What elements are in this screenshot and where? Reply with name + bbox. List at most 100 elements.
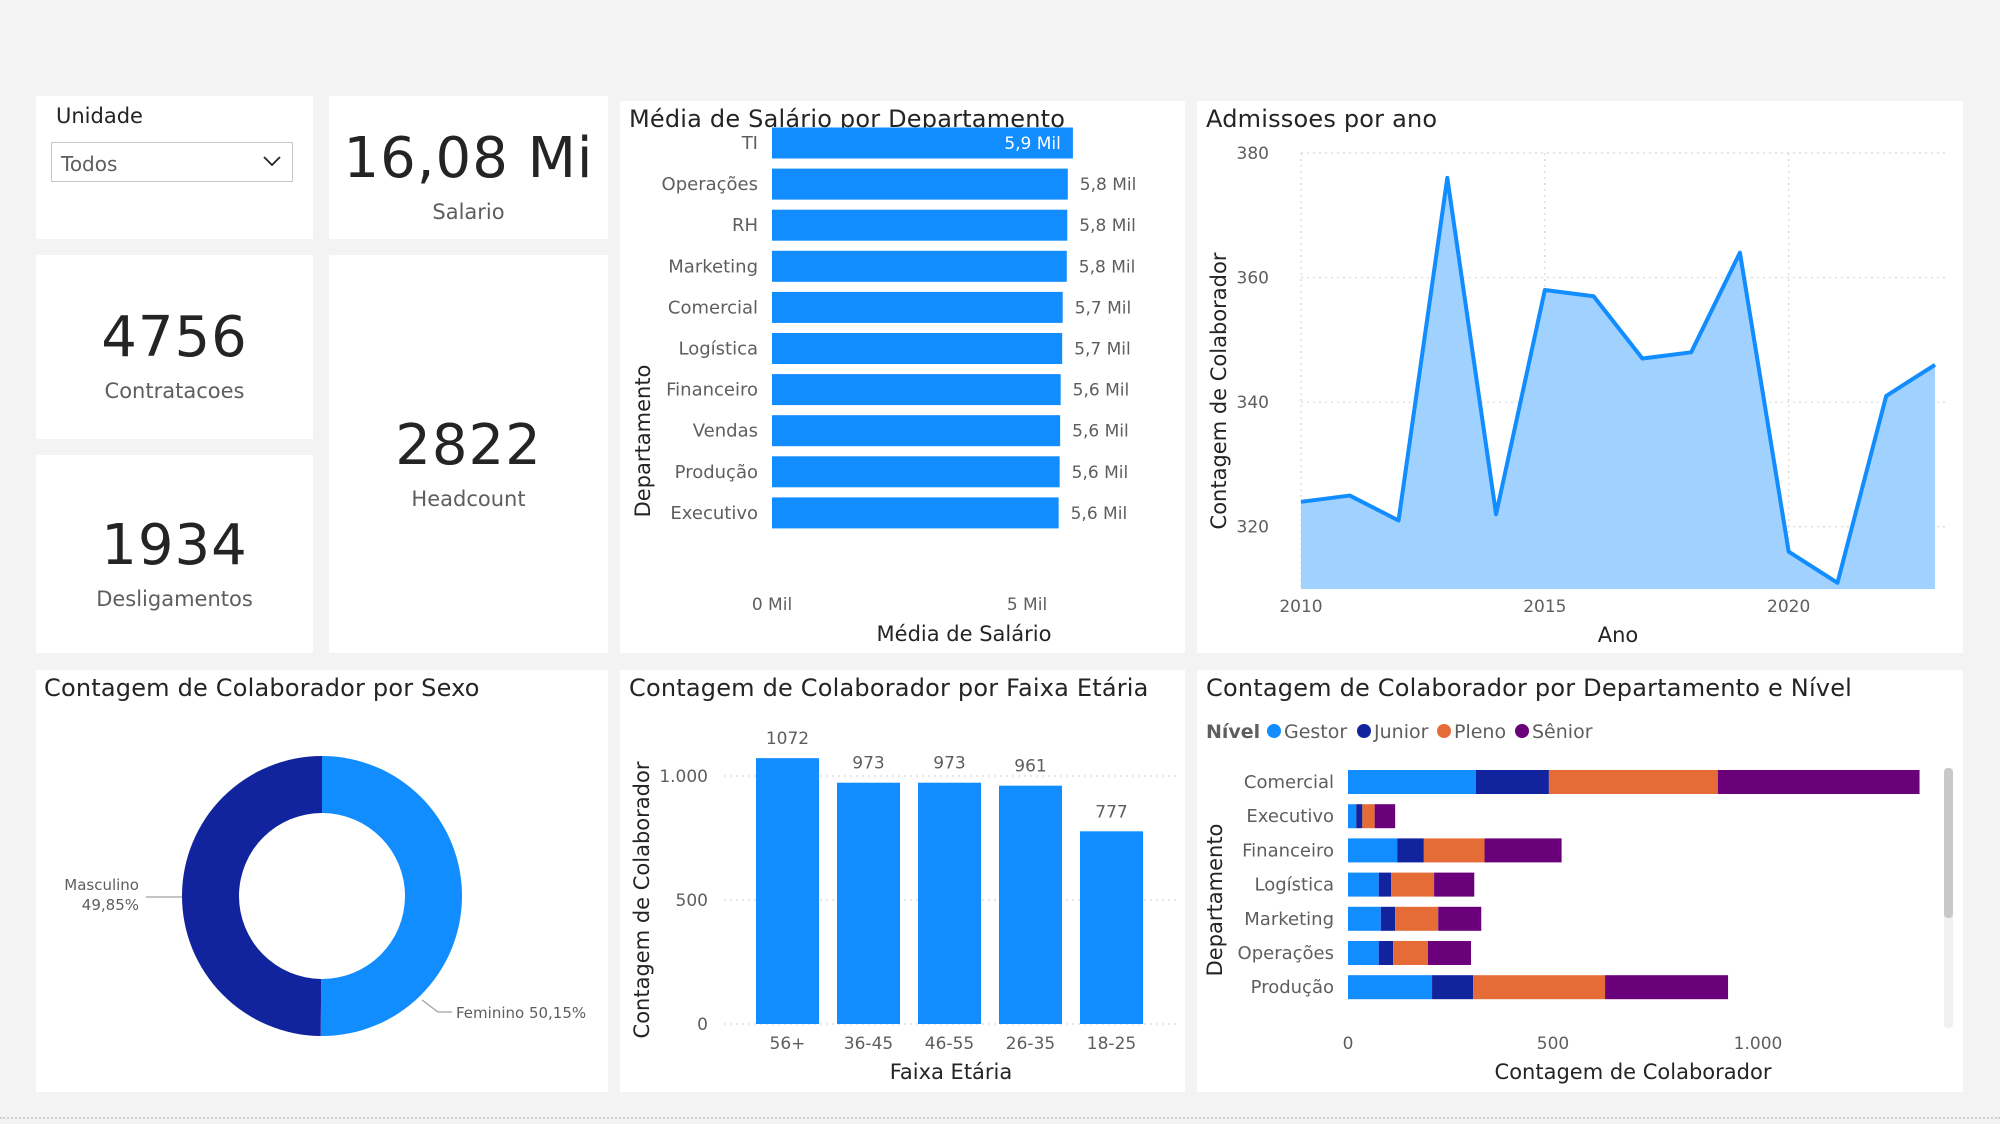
- bar-segment: [1348, 838, 1398, 863]
- salario-departamento-chart-card: Média de Salário por Departamento TI 5,9 …: [620, 101, 1185, 653]
- bar: [772, 374, 1061, 406]
- y-tick-label: Logística: [1254, 875, 1334, 896]
- x-axis-title: Faixa Etária: [890, 1060, 1013, 1084]
- y-tick-label: Operações: [1238, 943, 1334, 964]
- salario-departamento-chart: TI 5,9 Mil Operações 5,8 Mil RH 5,8 Mil Market…: [631, 127, 1137, 646]
- bar-segment: [1380, 906, 1396, 931]
- bar-segment: [1548, 770, 1718, 794]
- kpi-contratacoes-label: Contratacoes: [104, 379, 245, 403]
- scrollbar-thumb[interactable]: [1944, 768, 1953, 918]
- y-tick-label: 1.000: [659, 767, 708, 787]
- y-tick-label: Comercial: [1244, 772, 1334, 793]
- legend-marker: [1515, 724, 1529, 738]
- departamento-nivel-chart-card: Contagem de Colaborador por Departamento…: [1197, 670, 1963, 1092]
- departamento-nivel-chart: Nível Gestor Junior Pleno Sênior Comercial Exe…: [1203, 721, 1953, 1084]
- legend-title: Nível: [1206, 721, 1260, 743]
- data-label: 5,8 Mil: [1080, 175, 1137, 195]
- data-label: 5,7 Mil: [1074, 340, 1131, 360]
- bar-segment: [1717, 770, 1920, 794]
- y-tick-label: 500: [676, 891, 708, 911]
- chevron-down-icon: [263, 156, 281, 167]
- bar-segment: [1391, 872, 1435, 897]
- x-tick-label: 0 Mil: [752, 595, 792, 615]
- y-tick-label: 320: [1237, 518, 1269, 538]
- data-label: 777: [1095, 802, 1127, 822]
- y-axis-title: Contagem de Colaborador: [1207, 252, 1231, 529]
- bar: [772, 291, 1063, 323]
- y-axis-title: Contagem de Colaborador: [630, 761, 654, 1038]
- data-label: 961: [1014, 757, 1046, 777]
- data-label: 5,9 Mil: [1004, 134, 1061, 154]
- x-axis-title: Ano: [1598, 623, 1639, 647]
- y-tick-label: Financeiro: [666, 380, 758, 401]
- bar-segment: [1348, 975, 1433, 1000]
- data-label: 5,8 Mil: [1079, 216, 1136, 236]
- slicer-unidade: Unidade Todos: [36, 96, 313, 239]
- y-tick-label: 340: [1237, 393, 1269, 413]
- unidade-dropdown[interactable]: Todos: [51, 142, 293, 182]
- bar-segment: [1475, 770, 1549, 794]
- y-tick-label: Produção: [675, 462, 758, 483]
- legend-label: Gestor: [1284, 721, 1347, 743]
- slicer-title: Unidade: [56, 104, 143, 128]
- bar-segment: [1395, 906, 1439, 931]
- dropdown-value: Todos: [61, 152, 118, 176]
- y-axis-title: Departamento: [1203, 824, 1227, 977]
- sexo-chart-card: Contagem de Colaborador por Sexo Feminin…: [36, 670, 608, 1092]
- kpi-headcount-label: Headcount: [411, 487, 526, 511]
- bar-segment: [1374, 804, 1396, 829]
- y-axis-title: Departamento: [631, 365, 655, 518]
- bar: [1080, 831, 1143, 1024]
- admissoes-chart-card: Admissoes por ano 320 340 360 380 2010 2015 20…: [1197, 101, 1963, 653]
- bar: [756, 758, 819, 1024]
- legend-marker: [1267, 724, 1281, 738]
- x-tick-label: 2015: [1523, 597, 1566, 617]
- y-tick-label: Financeiro: [1242, 840, 1334, 861]
- y-tick-label: Executivo: [670, 503, 758, 524]
- y-tick-label: RH: [732, 215, 758, 236]
- bar-segment: [1397, 838, 1424, 863]
- y-tick-label: 380: [1237, 144, 1269, 164]
- x-tick-label: 26-35: [1006, 1034, 1055, 1054]
- bar-segment: [1378, 941, 1394, 965]
- y-tick-label: Logística: [678, 339, 758, 360]
- bar-segment: [1378, 872, 1392, 897]
- legend-label: Sênior: [1532, 721, 1593, 743]
- data-label: 5,6 Mil: [1073, 381, 1130, 401]
- bar-segment: [1605, 975, 1729, 1000]
- data-label: 5,6 Mil: [1072, 422, 1129, 442]
- slice-label: 49,85%: [82, 896, 139, 914]
- faixa-etaria-chart: 0 500 1.000 1072 56+ 973 36-45 973 46-55 961 26-35…: [630, 729, 1178, 1084]
- bar: [837, 782, 900, 1024]
- bar: [772, 497, 1059, 529]
- x-tick-label: 46-55: [925, 1034, 974, 1054]
- bar: [918, 782, 981, 1024]
- admissoes-chart: 320 340 360 380 2010 2015 2020 Ano Contagem de C…: [1207, 144, 1947, 647]
- kpi-contratacoes-card: 4756 Contratacoes: [36, 255, 313, 439]
- area-fill: [1301, 177, 1935, 589]
- bar-segment: [1348, 906, 1381, 931]
- kpi-desligamentos-label: Desligamentos: [96, 587, 253, 611]
- kpi-headcount-card: 2822 Headcount: [329, 255, 608, 653]
- bar-segment: [1356, 804, 1363, 829]
- x-tick-label: 500: [1537, 1034, 1569, 1054]
- x-axis-title: Média de Salário: [877, 622, 1052, 646]
- x-tick-label: 0: [1343, 1034, 1354, 1054]
- y-tick-label: TI: [741, 133, 758, 154]
- y-tick-label: Executivo: [1246, 806, 1334, 827]
- x-tick-label: 5 Mil: [1007, 595, 1047, 615]
- data-label: 5,6 Mil: [1072, 463, 1129, 483]
- bar: [772, 456, 1060, 488]
- sexo-donut-chart: Feminino 50,15% Masculino 49,85%: [64, 756, 586, 1036]
- x-tick-label: 56+: [770, 1034, 806, 1054]
- legend-label: Pleno: [1454, 721, 1506, 743]
- bar-segment: [1362, 804, 1375, 829]
- kpi-salario-value: 16,08 Mi: [343, 126, 594, 191]
- kpi-salario-label: Salario: [432, 200, 505, 224]
- bar: [772, 333, 1063, 364]
- y-tick-label: 0: [697, 1015, 708, 1035]
- data-label: 973: [933, 754, 965, 774]
- data-label: 5,8 Mil: [1079, 257, 1136, 277]
- legend-label: Junior: [1373, 721, 1429, 743]
- slice-label: Feminino 50,15%: [456, 1004, 586, 1022]
